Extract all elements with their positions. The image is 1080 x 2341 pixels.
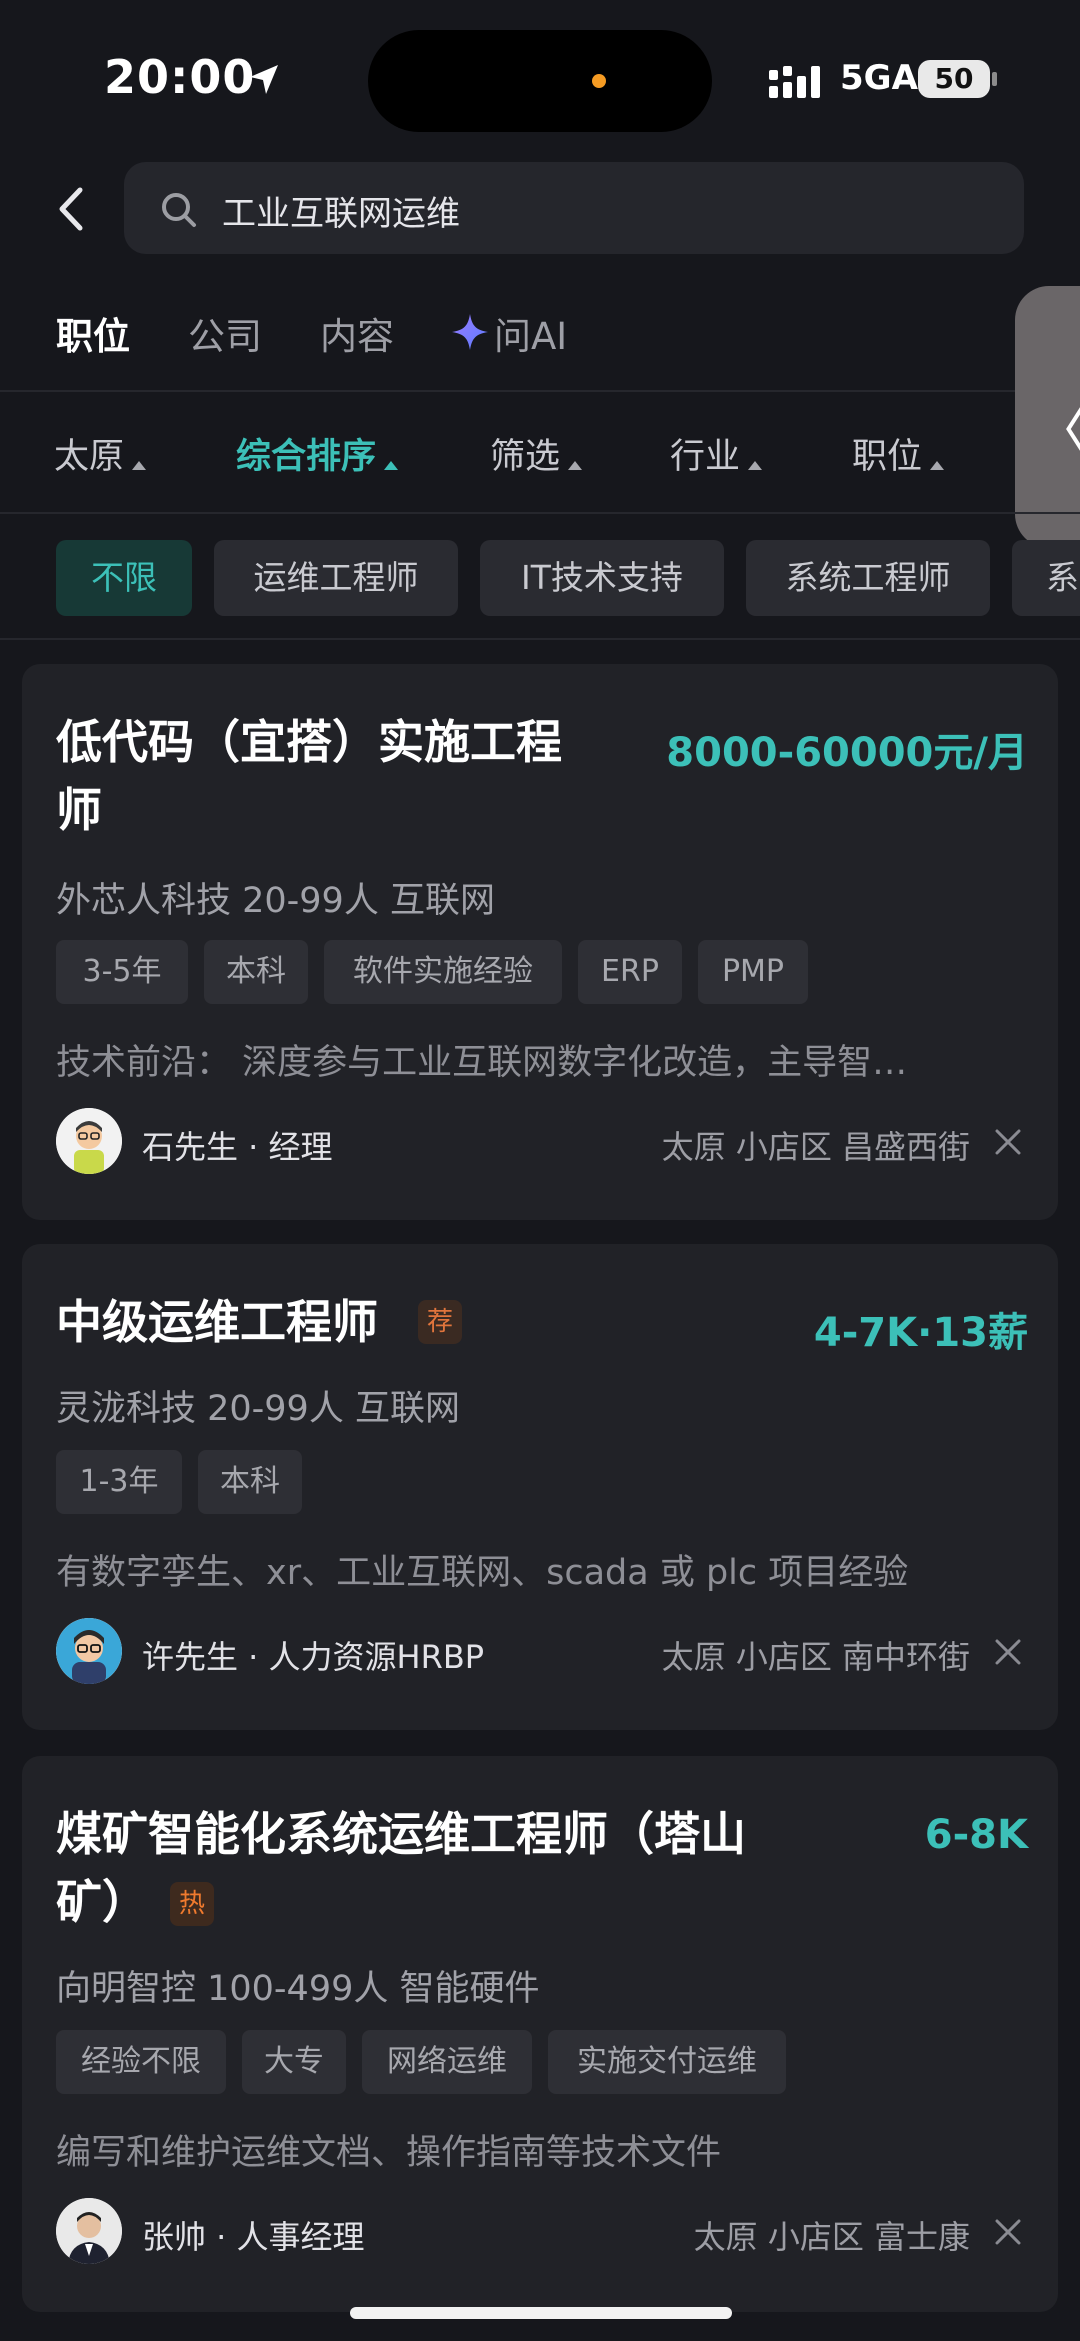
chevron-left-icon: 〈	[1032, 384, 1080, 468]
job-tag: 实施交付运维	[548, 2030, 786, 2094]
job-salary: 4-7K·13薪	[813, 1310, 1028, 1356]
job-tag: 3-5年	[56, 940, 188, 1004]
filters-divider	[0, 512, 1080, 514]
caret-icon	[930, 461, 945, 470]
chip-more[interactable]: 系	[1012, 540, 1080, 616]
caret-icon	[384, 461, 399, 470]
filter-industry[interactable]: 行业	[670, 428, 763, 479]
tabs-divider	[0, 390, 1080, 392]
tab-companies[interactable]: 公司	[188, 306, 262, 360]
filter-screen-label: 筛选	[490, 437, 561, 477]
caret-icon	[568, 461, 583, 470]
job-salary: 6-8K	[924, 1812, 1028, 1858]
search-icon	[162, 193, 196, 227]
job-title: 中级运维工程师	[56, 1295, 378, 1349]
job-company: 外芯人科技 20-99人 互联网	[56, 881, 495, 921]
job-tag: 本科	[198, 1450, 302, 1514]
back-icon[interactable]	[52, 184, 92, 234]
recruiter-name: 石先生 · 经理	[142, 1128, 333, 1166]
chip-it-support[interactable]: IT技术支持	[480, 540, 724, 616]
recording-indicator	[592, 74, 606, 88]
job-location: 太原 小店区 南中环街	[661, 1638, 970, 1676]
filter-city[interactable]: 太原	[54, 428, 147, 479]
job-tag: ERP	[578, 940, 682, 1004]
filter-city-label: 太原	[54, 437, 125, 477]
job-tag: 大专	[242, 2030, 346, 2094]
recruiter-name: 张帅 · 人事经理	[142, 2218, 365, 2256]
close-icon[interactable]	[994, 1128, 1022, 1156]
search-query: 工业互联网运维	[222, 194, 460, 234]
recruiter-name: 许先生 · 人力资源HRBP	[142, 1638, 485, 1676]
job-title-line2: 师	[56, 783, 102, 837]
job-salary: 8000-60000元/月	[666, 730, 1028, 776]
job-location: 太原 小店区 富士康	[693, 2218, 970, 2256]
job-tag: 1-3年	[56, 1450, 182, 1514]
close-icon[interactable]	[994, 1638, 1022, 1666]
status-time: 20:00	[104, 50, 256, 104]
filter-sort-label: 综合排序	[236, 437, 377, 477]
avatar	[56, 1618, 122, 1684]
job-tag: 本科	[204, 940, 308, 1004]
job-tag: 软件实施经验	[324, 940, 562, 1004]
hot-badge: 热	[170, 1882, 214, 1926]
caret-icon	[748, 461, 763, 470]
job-company: 灵泷科技 20-99人 互联网	[56, 1389, 460, 1429]
job-description: 编写和维护运维文档、操作指南等技术文件	[56, 2133, 722, 2173]
avatar	[56, 1108, 122, 1174]
avatar-illustration	[56, 1618, 122, 1684]
avatar	[56, 2198, 122, 2264]
dynamic-island	[368, 30, 712, 132]
battery-tip	[992, 72, 997, 86]
job-tag: 网络运维	[362, 2030, 532, 2094]
avatar-photo	[56, 2198, 122, 2264]
job-tag: PMP	[698, 940, 808, 1004]
home-indicator[interactable]	[350, 2307, 732, 2319]
tab-content[interactable]: 内容	[320, 306, 394, 360]
filter-screen[interactable]: 筛选	[490, 428, 583, 479]
filter-industry-label: 行业	[670, 437, 741, 477]
filter-position-label: 职位	[852, 437, 923, 477]
caret-icon	[132, 461, 147, 470]
filter-sort[interactable]: 综合排序	[236, 428, 399, 479]
avatar-illustration	[56, 1108, 122, 1174]
battery-level: 50	[918, 60, 990, 98]
job-tag: 经验不限	[56, 2030, 226, 2094]
job-description: 有数字孪生、xr、工业互联网、scada 或 plc 项目经验	[56, 1553, 909, 1593]
job-company: 向明智控 100-499人 智能硬件	[56, 1969, 540, 2009]
tab-jobs[interactable]: 职位	[56, 306, 130, 360]
job-location: 太原 小店区 昌盛西街	[661, 1128, 970, 1166]
close-icon[interactable]	[994, 2218, 1022, 2246]
network-type: 5GA	[840, 58, 918, 98]
job-description: 技术前沿： 深度参与工业互联网数字化改造，主导智…	[56, 1043, 908, 1083]
job-title: 低代码（宜搭）实施工程	[56, 715, 562, 769]
signal-icon	[769, 66, 820, 98]
recommend-badge: 荐	[418, 1300, 462, 1344]
chip-system-engineer[interactable]: 系统工程师	[746, 540, 990, 616]
chip-ops-engineer[interactable]: 运维工程师	[214, 540, 458, 616]
chips-divider	[0, 638, 1080, 640]
tab-ask-ai[interactable]: 问AI	[494, 306, 567, 360]
job-title-line2: 矿）	[56, 1875, 148, 1929]
filter-position[interactable]: 职位	[852, 428, 945, 479]
chip-any[interactable]: 不限	[56, 540, 192, 616]
ai-sparkle-icon	[452, 314, 488, 350]
location-arrow-icon	[250, 65, 278, 94]
